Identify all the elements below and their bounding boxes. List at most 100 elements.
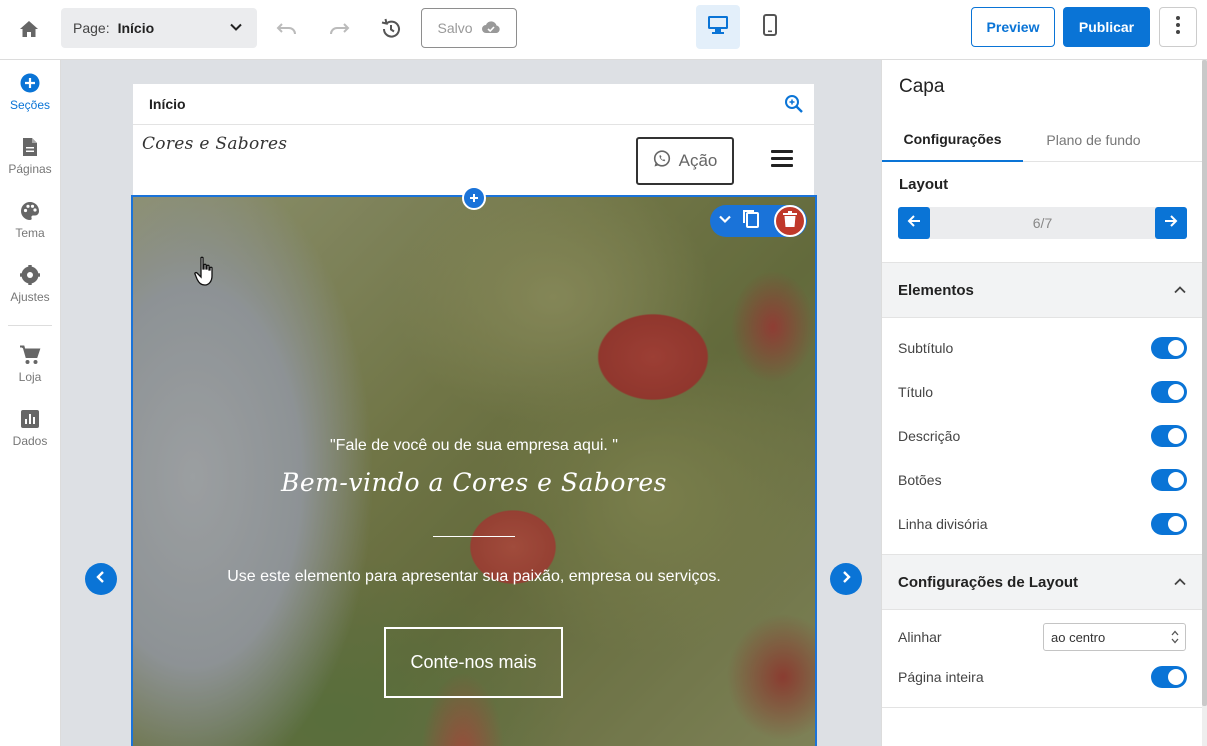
subtitle-toggle[interactable] — [1151, 337, 1187, 359]
toggle-row-pagina-inteira: Página inteira — [898, 665, 1187, 689]
sidebar-item-label: Páginas — [8, 162, 52, 176]
layout-settings-header-label: Configurações de Layout — [898, 573, 1079, 591]
elements-header-label: Elementos — [898, 281, 974, 299]
palette-icon — [20, 198, 40, 224]
title-toggle[interactable] — [1151, 381, 1187, 403]
site-logo[interactable]: Cores e Sabores — [142, 134, 287, 154]
toggle-row-titulo: Título — [898, 380, 1187, 404]
carousel-prev-button[interactable] — [85, 563, 117, 595]
panel-tabs: Configurações Plano de fundo — [882, 118, 1203, 162]
desktop-icon — [707, 15, 729, 40]
sidebar-item-loja[interactable]: Loja — [0, 342, 60, 398]
scrollbar-thumb[interactable] — [1202, 60, 1207, 706]
toggle-label: Subtítulo — [898, 340, 954, 356]
panel-scrollbar[interactable] — [1202, 60, 1207, 746]
select-arrows-icon — [1171, 629, 1179, 648]
arrow-right-icon — [1164, 214, 1178, 233]
canvas-page-title: Início — [133, 84, 814, 125]
action-button[interactable]: Ação — [636, 137, 734, 185]
layout-pager: 6/7 — [898, 207, 1187, 239]
chevron-down-icon[interactable] — [718, 212, 732, 231]
top-toolbar: Page: Início Salvo Preview Publicar — [0, 0, 1207, 60]
trash-icon — [783, 210, 797, 232]
page-select-label: Page: — [73, 20, 110, 36]
chevron-down-icon — [229, 20, 243, 37]
toggle-label: Descrição — [898, 428, 961, 444]
align-select[interactable]: ao centro — [1043, 623, 1186, 651]
elements-accordion-header[interactable]: Elementos — [882, 262, 1203, 318]
hero-cta-button[interactable]: Conte-nos mais — [384, 627, 563, 698]
buttons-toggle[interactable] — [1151, 469, 1187, 491]
tab-plano-de-fundo[interactable]: Plano de fundo — [1023, 118, 1164, 162]
hero-description[interactable]: Use este elemento para apresentar sua pa… — [133, 568, 815, 586]
toggle-row-botoes: Botões — [898, 468, 1187, 492]
layout-prev-button[interactable] — [898, 207, 930, 239]
hamburger-menu-icon[interactable] — [771, 150, 793, 168]
sidebar-item-tema[interactable]: Tema — [0, 198, 60, 254]
hero-section[interactable]: "Fale de você ou de sua empresa aqui. " … — [131, 195, 817, 746]
duplicate-icon[interactable] — [742, 209, 760, 234]
more-options-button[interactable] — [1159, 7, 1197, 47]
chart-icon — [21, 406, 39, 432]
hero-divider — [433, 536, 515, 537]
add-section-button[interactable] — [462, 186, 486, 210]
toggle-row-descricao: Descrição — [898, 424, 1187, 448]
divider-toggle[interactable] — [1151, 513, 1187, 535]
fullpage-toggle[interactable] — [1151, 666, 1187, 688]
mobile-icon — [763, 13, 777, 41]
desktop-view-button[interactable] — [696, 5, 740, 49]
page-select[interactable]: Page: Início — [61, 8, 257, 48]
gear-icon — [20, 262, 40, 288]
chevron-up-icon — [1173, 283, 1187, 301]
arrow-left-icon — [907, 214, 921, 233]
preview-button[interactable]: Preview — [971, 7, 1055, 47]
zoom-search-icon[interactable] — [784, 94, 804, 119]
align-value: ao centro — [1051, 629, 1106, 645]
home-icon[interactable] — [10, 10, 48, 48]
description-toggle[interactable] — [1151, 425, 1187, 447]
page-select-value: Início — [117, 20, 155, 36]
hero-title[interactable]: Bem-vindo a Cores e Sabores — [133, 468, 815, 497]
redo-icon[interactable] — [320, 10, 358, 48]
layout-value: 6/7 — [1032, 215, 1053, 231]
cart-icon — [19, 342, 41, 368]
align-label: Alinhar — [898, 629, 942, 645]
layout-next-button[interactable] — [1155, 207, 1187, 239]
sidebar-item-paginas[interactable]: Páginas — [0, 134, 60, 190]
sidebar-item-ajustes[interactable]: Ajustes — [0, 262, 60, 318]
whatsapp-icon — [653, 149, 671, 173]
carousel-next-button[interactable] — [830, 563, 862, 595]
page-icon — [22, 134, 38, 160]
cloud-check-icon — [481, 20, 501, 37]
sidebar-item-label: Dados — [12, 434, 48, 448]
hand-cursor-icon — [194, 256, 220, 293]
chevron-right-icon — [840, 570, 852, 589]
sidebar-item-label: Tema — [15, 226, 45, 240]
saved-label: Salvo — [437, 20, 473, 36]
sidebar-item-secoes[interactable]: Seções — [0, 70, 60, 126]
sidebar-item-label: Seções — [9, 98, 51, 112]
panel-title: Capa — [899, 76, 945, 97]
toggle-row-linha-divisoria: Linha divisória — [898, 512, 1187, 536]
chevron-left-icon — [95, 570, 107, 589]
layout-settings-accordion-header[interactable]: Configurações de Layout — [882, 554, 1203, 610]
delete-section-button[interactable] — [774, 205, 806, 237]
tab-configuracoes[interactable]: Configurações — [882, 118, 1023, 162]
sidebar-divider — [8, 325, 52, 326]
toggle-row-subtitulo: Subtítulo — [898, 336, 1187, 360]
hero-subtitle[interactable]: "Fale de você ou de sua empresa aqui. " — [133, 437, 815, 455]
toggle-label: Título — [898, 384, 934, 400]
toggle-label: Linha divisória — [898, 516, 988, 532]
toggle-label: Botões — [898, 472, 942, 488]
sidebar-item-dados[interactable]: Dados — [0, 406, 60, 462]
action-button-label: Ação — [678, 151, 718, 170]
chevron-up-icon — [1173, 575, 1187, 593]
saved-status-button[interactable]: Salvo — [421, 8, 517, 48]
undo-icon[interactable] — [268, 10, 306, 48]
sidebar-item-label: Ajustes — [10, 290, 50, 304]
history-icon[interactable] — [372, 10, 410, 48]
mobile-view-button[interactable] — [750, 5, 790, 49]
publish-button[interactable]: Publicar — [1063, 7, 1150, 47]
plus-circle-icon — [20, 70, 40, 96]
panel-divider — [882, 707, 1203, 708]
